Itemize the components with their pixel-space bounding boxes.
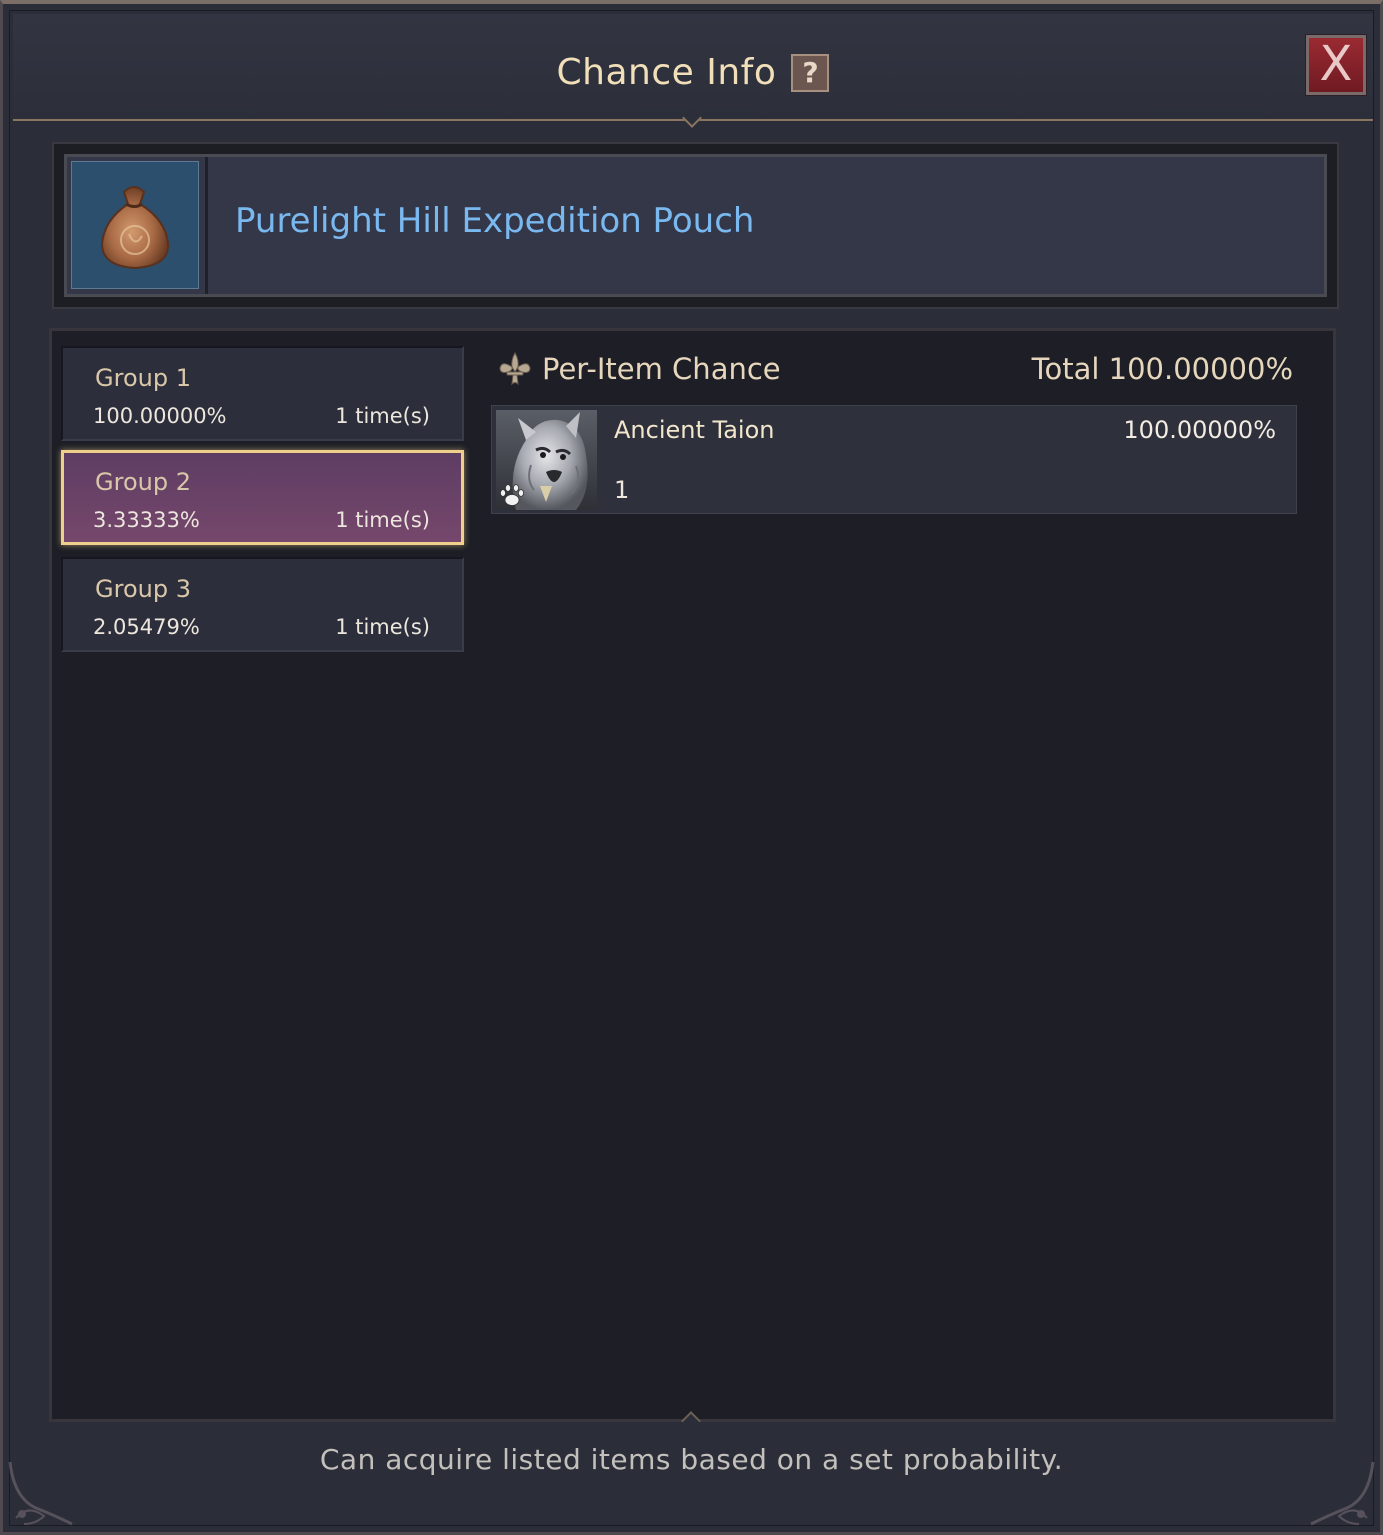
group-times: 1 time(s)	[335, 508, 430, 532]
per-item-chance-title: Per-Item Chance	[542, 352, 781, 386]
corner-ornament-right	[1310, 1461, 1375, 1526]
help-button[interactable]: ?	[791, 53, 830, 92]
reward-item-row[interactable]: Ancient Taion 1 100.00000%	[491, 405, 1297, 514]
fleur-de-lis-icon	[499, 351, 531, 386]
item-slot[interactable]	[71, 161, 199, 289]
group-name: Group 3	[95, 575, 191, 603]
group-chance: 100.00000%	[93, 404, 227, 428]
paw-icon	[500, 484, 524, 506]
close-button[interactable]: X	[1305, 34, 1367, 96]
group-times: 1 time(s)	[335, 615, 430, 639]
group-times: 1 time(s)	[335, 404, 430, 428]
window-title: Chance Info	[556, 52, 777, 93]
group-chance: 2.05479%	[93, 615, 200, 639]
corner-ornament-left	[8, 1461, 73, 1526]
window-header: Chance Info ? X	[13, 14, 1373, 121]
reward-item-chance: 100.00000%	[1123, 416, 1276, 444]
group-chance: 3.33333%	[93, 508, 200, 532]
total-chance-label: Total 100.00000%	[1031, 352, 1293, 386]
item-name: Purelight Hill Expedition Pouch	[235, 201, 755, 241]
footer-note: Can acquire listed items based on a set …	[319, 1443, 1064, 1476]
group-name: Group 2	[95, 468, 191, 496]
reward-item-name: Ancient Taion	[614, 416, 775, 444]
item-banner: Purelight Hill Expedition Pouch	[52, 142, 1339, 309]
group-tab-3[interactable]: Group 3 2.05479% 1 time(s)	[61, 557, 464, 652]
pouch-icon	[100, 186, 170, 270]
reward-item-quantity: 1	[614, 476, 630, 504]
group-tab-2[interactable]: Group 2 3.33333% 1 time(s)	[61, 450, 464, 545]
group-tab-1[interactable]: Group 1 100.00000% 1 time(s)	[61, 346, 464, 441]
item-portrait	[496, 410, 597, 510]
group-name: Group 1	[95, 364, 191, 392]
